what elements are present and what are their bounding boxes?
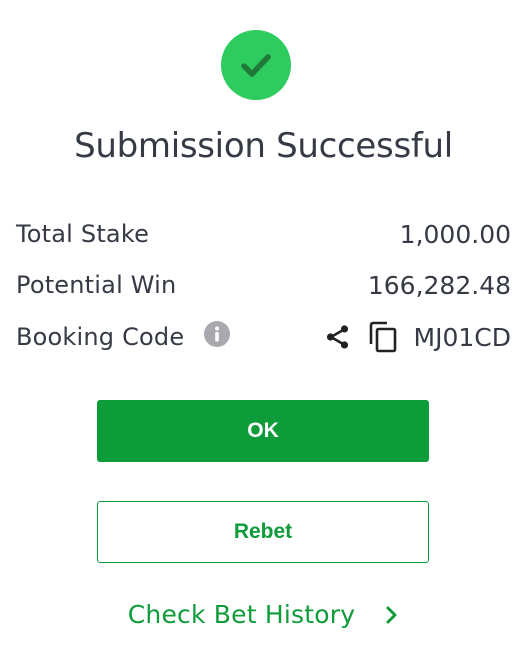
check-bet-history-label: Check Bet History: [127, 600, 356, 629]
share-icon[interactable]: [324, 323, 352, 351]
total-stake-label: Total Stake: [16, 220, 150, 248]
dialog-title: Submission Successful: [74, 126, 453, 166]
total-stake-value: 1,000.00: [399, 219, 511, 249]
chevron-right-icon: [385, 605, 399, 625]
booking-code-actions: MJ01CD: [324, 321, 511, 353]
booking-code-row: Booking Code MJ01CD: [16, 317, 511, 357]
potential-win-label: Potential Win: [16, 271, 177, 299]
potential-win-row: Potential Win 166,282.48: [16, 265, 511, 305]
check-bet-history-link[interactable]: Check Bet History: [0, 600, 527, 629]
checkmark-icon: [221, 30, 291, 100]
booking-code-label: Booking Code: [16, 323, 185, 351]
potential-win-value: 166,282.48: [367, 270, 511, 300]
total-stake-row: Total Stake 1,000.00: [16, 214, 511, 254]
booking-code-value: MJ01CD: [413, 322, 511, 352]
rebet-button[interactable]: Rebet: [97, 501, 429, 563]
booking-code-label-group: Booking Code: [16, 321, 231, 351]
info-icon[interactable]: [204, 321, 231, 347]
ok-button[interactable]: OK: [97, 400, 429, 462]
copy-icon[interactable]: [368, 321, 398, 353]
